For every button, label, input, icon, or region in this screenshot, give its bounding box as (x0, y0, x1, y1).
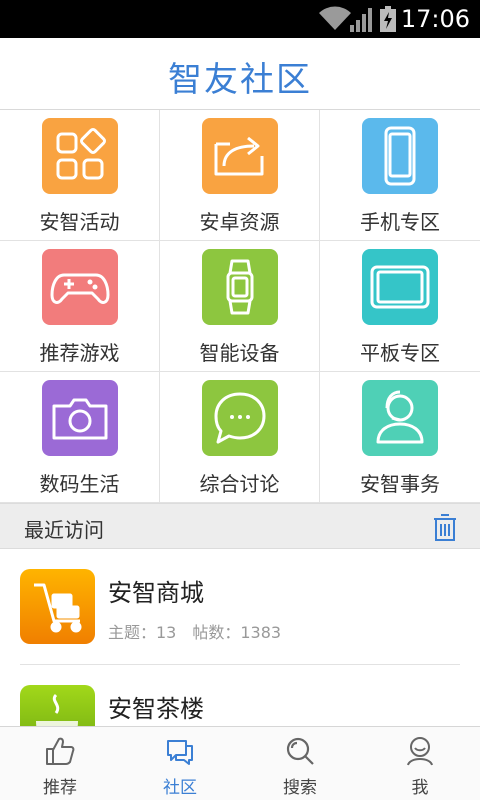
recent-visits-header: 最近访问 (0, 503, 480, 549)
title-bar: 智友社区 (0, 38, 480, 110)
grid-item-label: 数码生活 (39, 472, 120, 496)
grid-item-android-resources[interactable]: 安卓资源 (160, 110, 320, 241)
status-bar: 17:06 (0, 0, 480, 38)
chat-icon (167, 740, 193, 765)
nav-label: 社区 (163, 778, 197, 798)
teacup-icon (20, 685, 95, 726)
nav-item-recommend[interactable]: 推荐 (0, 727, 120, 800)
grid-item-label: 安智事务 (360, 472, 440, 496)
grid-item-label: 手机专区 (360, 210, 440, 234)
grid-item-label: 安卓资源 (199, 210, 280, 234)
nav-label: 推荐 (43, 778, 77, 798)
grid-item-label: 安智活动 (39, 210, 120, 234)
nav-label: 搜索 (283, 778, 317, 798)
gamepad-icon (42, 249, 118, 325)
grid-item-smart-devices[interactable]: 智能设备 (160, 241, 320, 372)
list-item-title: 安智茶楼 (108, 695, 204, 723)
tablet-icon (362, 249, 438, 325)
share-icon (202, 118, 278, 194)
list-item[interactable]: 安智茶楼 (0, 665, 480, 726)
category-grid: 安智活动 安卓资源 手机专区 推荐游戏 智能设备 平板专区 数码生活 综合讨论 … (0, 110, 480, 503)
user-icon (407, 737, 433, 766)
thumbs-up-icon (46, 737, 75, 765)
battery-charging-icon (380, 6, 396, 32)
clock: 17:06 (400, 5, 470, 33)
nav-label: 我 (411, 778, 429, 798)
grid-item-label: 推荐游戏 (39, 341, 120, 365)
section-title: 最近访问 (24, 518, 104, 542)
grid-item-phone-zone[interactable]: 手机专区 (320, 110, 480, 241)
nav-item-community[interactable]: 社区 (120, 727, 240, 800)
camera-icon (42, 380, 118, 456)
grid-item-label: 智能设备 (199, 341, 280, 365)
list-item-title: 安智商城 (108, 579, 204, 607)
grid-item-tablet-zone[interactable]: 平板专区 (320, 241, 480, 372)
grid-item-digital-life[interactable]: 数码生活 (0, 372, 160, 503)
search-icon (286, 737, 314, 765)
signal-icon (350, 8, 372, 32)
grid-item-label: 综合讨论 (199, 472, 280, 496)
smartwatch-icon (202, 249, 278, 325)
grid-item-anzhi-activity[interactable]: 安智活动 (0, 110, 160, 241)
support-agent-icon (362, 380, 438, 456)
nav-item-search[interactable]: 搜索 (240, 727, 360, 800)
grid-item-anzhi-affairs[interactable]: 安智事务 (320, 372, 480, 503)
list-item-meta: 主题：13 帖数：1383 (108, 623, 282, 642)
page-title: 智友社区 (168, 60, 312, 100)
recent-list: 安智商城 主题：13 帖数：1383 安智茶楼 (0, 549, 480, 726)
cart-icon (20, 569, 95, 644)
trash-icon[interactable] (432, 512, 458, 542)
list-item[interactable]: 安智商城 主题：13 帖数：1383 (0, 549, 480, 665)
bottom-nav: 推荐 社区 搜索 我 (0, 726, 480, 800)
grid-item-recommended-games[interactable]: 推荐游戏 (0, 241, 160, 372)
nav-item-me[interactable]: 我 (360, 727, 480, 800)
grid-item-general-discussion[interactable]: 综合讨论 (160, 372, 320, 503)
grid-item-label: 平板专区 (360, 341, 440, 365)
phone-icon (362, 118, 438, 194)
apps-icon (42, 118, 118, 194)
chat-bubble-icon (202, 380, 278, 456)
wifi-icon (319, 6, 351, 30)
